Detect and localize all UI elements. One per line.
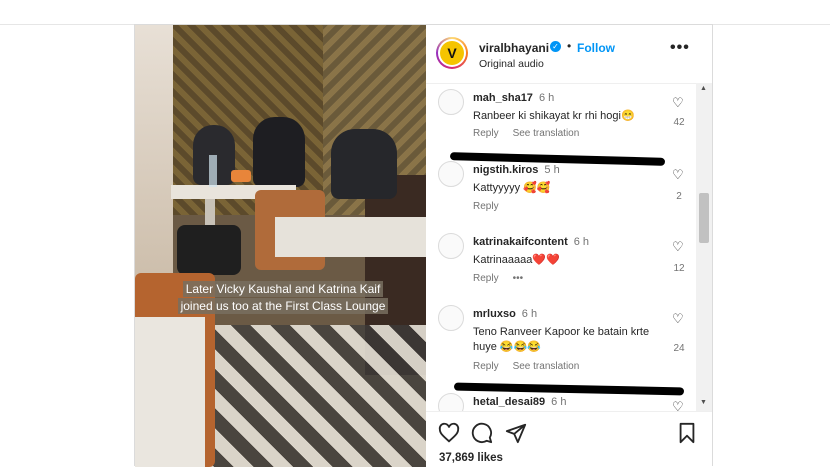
bookmark-icon[interactable] xyxy=(676,422,698,444)
header-separator: • xyxy=(567,39,572,53)
comment-avatar[interactable] xyxy=(438,233,464,259)
audio-link[interactable]: Original audio xyxy=(479,58,544,70)
comment-item: mrluxso 6 h Teno Ranveer Kapoor ke batain… xyxy=(426,301,696,373)
share-icon[interactable] xyxy=(505,422,527,444)
comment-like-count: 42 xyxy=(673,117,685,128)
avatar-logo: V xyxy=(440,41,464,65)
comment-item: nigstih.kiros 5 h Kattyyyyy 🥰🥰 Reply ♡ 2 xyxy=(426,157,696,229)
comment-username-row: hetal_desai89 6 h xyxy=(473,396,566,408)
comment-username[interactable]: mah_sha17 xyxy=(473,92,533,104)
comment-timestamp: 5 h xyxy=(544,164,560,176)
comment-avatar[interactable] xyxy=(438,393,464,411)
comment-timestamp: 6 h xyxy=(521,308,538,320)
post-media-image[interactable]: Later Vicky Kaushal and Katrina Kaif joi… xyxy=(135,25,426,467)
comment-more-icon[interactable]: ••• xyxy=(513,273,524,284)
scroll-up-arrow-icon[interactable]: ▲ xyxy=(700,85,707,92)
comment-text: Kattyyyyy 🥰🥰 xyxy=(473,182,551,194)
see-translation-button[interactable]: See translation xyxy=(513,361,580,372)
comment-avatar[interactable] xyxy=(438,89,464,115)
instagram-post-embed: Later Vicky Kaushal and Katrina Kaif joi… xyxy=(134,24,713,467)
post-header: V viralbhayani ✓ • Follow Original audio… xyxy=(426,25,712,84)
comment-heart-icon[interactable]: ♡ xyxy=(672,95,684,111)
comment-actions: Reply ••• xyxy=(473,273,523,284)
comment-actions: Reply xyxy=(473,201,499,212)
media-caption-text: Later Vicky Kaushal and Katrina Kaif joi… xyxy=(177,281,389,314)
media-person xyxy=(253,117,305,187)
comment-like-count: 24 xyxy=(673,343,685,354)
comment-username[interactable]: hetal_desai89 xyxy=(473,396,545,408)
comment-actions: Reply See translation xyxy=(473,361,579,372)
comment-actions: Reply See translation xyxy=(473,128,579,139)
avatar[interactable]: V xyxy=(436,37,468,69)
comments-scrollbar[interactable]: ▲ ▼ xyxy=(696,83,712,411)
reply-button[interactable]: Reply xyxy=(473,361,499,372)
comment-item: katrinakaifcontent 6 h Katrinaaaaa❤️❤️ Re… xyxy=(426,229,696,301)
media-table xyxy=(275,217,426,257)
comment-heart-icon[interactable]: ♡ xyxy=(672,311,684,327)
media-bag xyxy=(177,225,241,275)
author-username[interactable]: viralbhayani xyxy=(479,41,549,55)
comment-timestamp: 6 h xyxy=(573,236,590,248)
comment-text: Ranbeer ki shikayat kr rhi hogi😁 xyxy=(473,110,635,122)
comments-list: mah_sha17 6 h Ranbeer ki shikayat kr rhi … xyxy=(426,83,712,411)
comment-heart-icon[interactable]: ♡ xyxy=(672,167,684,183)
comment-username-row: nigstih.kiros 5 h xyxy=(473,164,560,176)
verified-badge-icon: ✓ xyxy=(550,41,561,52)
follow-button[interactable]: Follow xyxy=(577,41,615,55)
reply-button[interactable]: Reply xyxy=(473,128,499,139)
like-count[interactable]: 37,869 likes xyxy=(439,452,503,464)
page-divider-left xyxy=(0,24,134,25)
comment-avatar[interactable] xyxy=(438,161,464,187)
page-divider-right xyxy=(713,24,830,25)
scroll-down-arrow-icon[interactable]: ▼ xyxy=(700,399,707,406)
comment-username[interactable]: mrluxso xyxy=(473,308,516,320)
see-translation-button[interactable]: See translation xyxy=(513,128,580,139)
media-cup xyxy=(231,170,251,182)
comment-icon[interactable] xyxy=(471,422,493,444)
post-actions-bar: 37,869 likes xyxy=(426,411,712,468)
media-person xyxy=(331,129,397,199)
comment-username-row: mah_sha17 6 h xyxy=(473,92,554,104)
heart-icon[interactable] xyxy=(438,422,460,444)
comment-item: mah_sha17 6 h Ranbeer ki shikayat kr rhi … xyxy=(426,85,696,157)
media-table xyxy=(135,317,205,467)
comment-timestamp: 6 h xyxy=(538,92,555,104)
comment-heart-icon[interactable]: ♡ xyxy=(672,239,684,255)
comment-username-row: katrinakaifcontent 6 h xyxy=(473,236,589,248)
comment-text: Teno Ranveer Kapoor ke batain krte huye … xyxy=(473,326,650,353)
post-sidebar: V viralbhayani ✓ • Follow Original audio… xyxy=(426,25,712,467)
reply-button[interactable]: Reply xyxy=(473,201,499,212)
comment-username-row: mrluxso 6 h xyxy=(473,308,537,320)
comment-like-count: 12 xyxy=(673,263,685,274)
comment-avatar[interactable] xyxy=(438,305,464,331)
comment-timestamp: 6 h xyxy=(551,396,567,408)
more-options-icon[interactable]: ••• xyxy=(670,39,690,57)
media-bottle xyxy=(209,155,217,187)
reply-button[interactable]: Reply xyxy=(473,273,499,284)
comment-username[interactable]: katrinakaifcontent xyxy=(473,236,568,248)
comment-heart-icon[interactable]: ♡ xyxy=(672,399,684,411)
comment-text: Katrinaaaaa❤️❤️ xyxy=(473,254,560,266)
comment-username[interactable]: nigstih.kiros xyxy=(473,164,538,176)
avatar-inner-ring: V xyxy=(438,39,466,67)
scrollbar-thumb[interactable] xyxy=(699,193,709,243)
media-caption: Later Vicky Kaushal and Katrina Kaif joi… xyxy=(173,281,393,315)
comment-like-count: 2 xyxy=(676,191,682,202)
